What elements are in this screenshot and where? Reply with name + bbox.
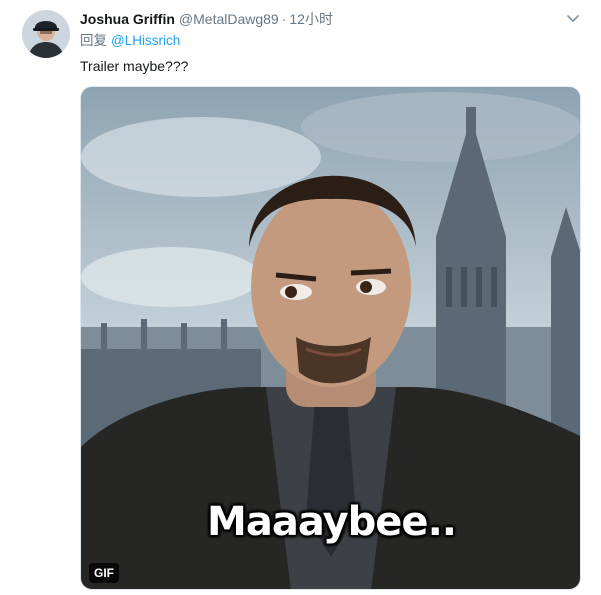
reply-context: 回复 @LHissrich (80, 32, 180, 50)
chevron-down-icon[interactable] (565, 10, 581, 26)
reply-prefix: 回复 (80, 33, 107, 48)
avatar-image (22, 10, 70, 58)
display-name[interactable]: Joshua Griffin (80, 11, 175, 27)
tweet-timestamp[interactable]: 12小时 (289, 11, 333, 27)
tweet-text: Trailer maybe??? (80, 58, 189, 74)
avatar[interactable] (22, 10, 70, 58)
user-handle[interactable]: @MetalDawg89 (179, 11, 279, 27)
tweet-header: Joshua Griffin @MetalDawg89 · 12小时 (80, 10, 333, 28)
tweet-media-gif[interactable]: Maaaybee.. GIF (80, 86, 581, 590)
reply-mention-link[interactable]: @LHissrich (111, 33, 180, 48)
separator-dot: · (281, 11, 287, 27)
gif-caption: Maaaybee.. (207, 499, 457, 545)
gif-badge: GIF (89, 563, 119, 583)
tweet: Joshua Griffin @MetalDawg89 · 12小时 回复 @LHiss… (0, 0, 601, 595)
